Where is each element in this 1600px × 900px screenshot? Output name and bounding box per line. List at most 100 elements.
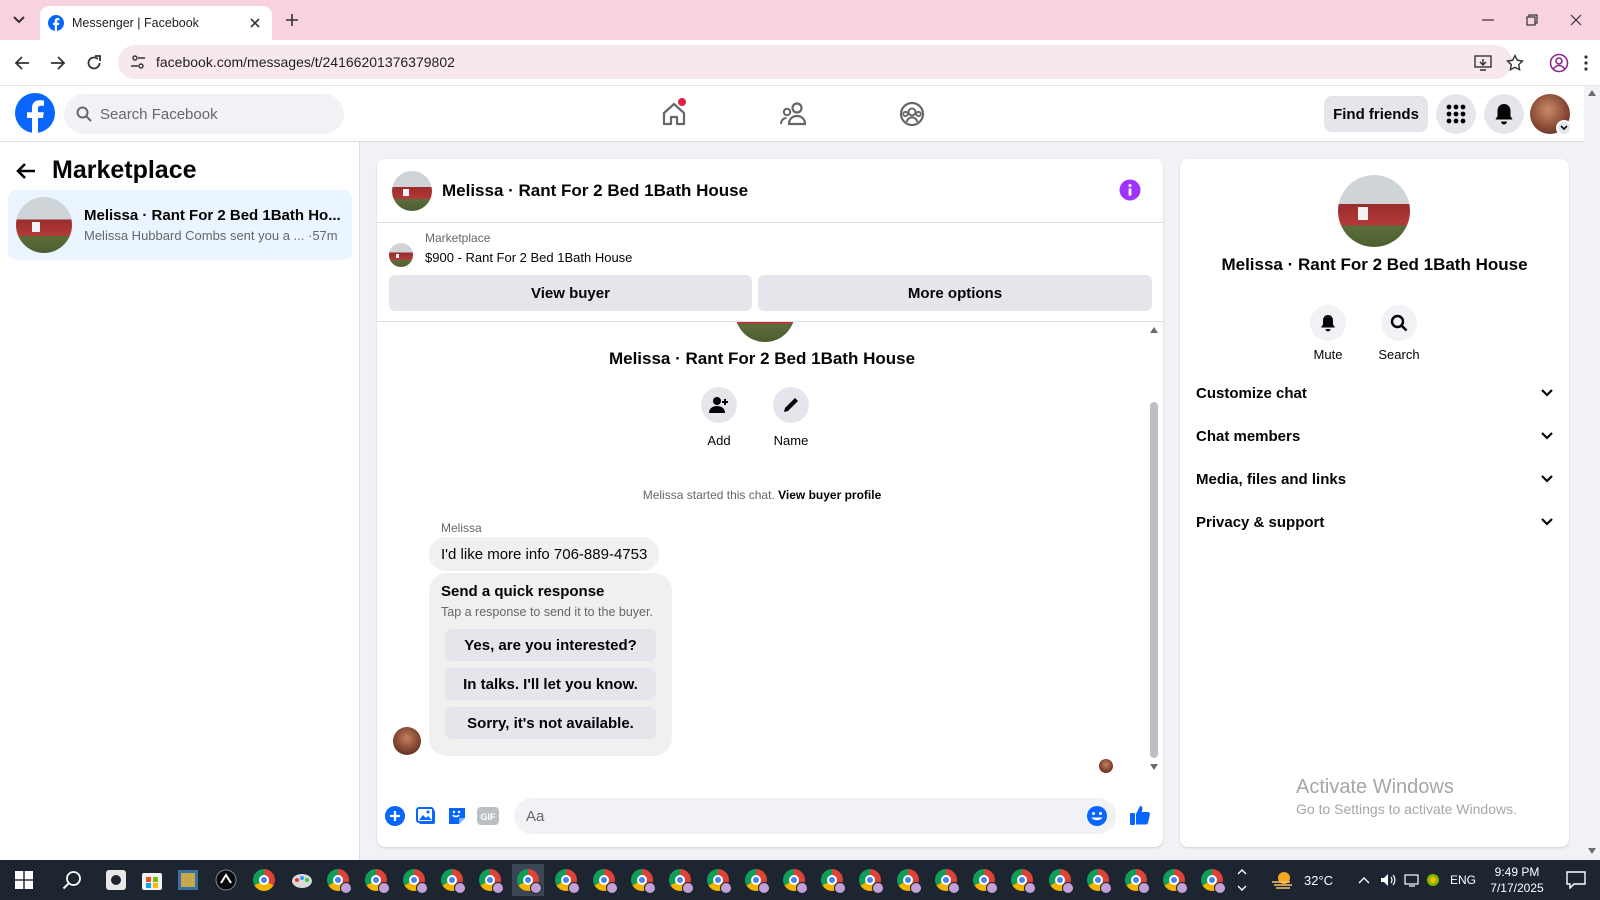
message-bubble[interactable]: I'd like more info 706-889-4753 xyxy=(429,537,660,571)
taskbar-search-icon[interactable] xyxy=(56,864,88,896)
notifications-bell-icon[interactable] xyxy=(1484,94,1524,134)
privacy-support-section[interactable]: Privacy & support xyxy=(1196,502,1553,542)
quick-response-yes-button[interactable]: Yes, are you interested? xyxy=(445,629,656,661)
taskbar-overflow-icon[interactable] xyxy=(1234,864,1250,896)
home-nav-icon[interactable] xyxy=(656,96,692,132)
quick-response-unavailable-button[interactable]: Sorry, it's not available. xyxy=(445,707,656,739)
customize-chat-section[interactable]: Customize chat xyxy=(1196,373,1553,413)
message-input-box[interactable] xyxy=(514,798,1116,834)
restore-icon[interactable] xyxy=(1516,8,1548,32)
notification-center-icon[interactable] xyxy=(1560,864,1592,896)
search-input[interactable] xyxy=(100,105,320,123)
chrome-profile-icon[interactable] xyxy=(626,864,658,896)
scrollbar-thumb[interactable] xyxy=(1150,402,1158,758)
camera-app-icon[interactable] xyxy=(100,864,132,896)
chrome-profile-icon[interactable] xyxy=(778,864,810,896)
volume-icon[interactable] xyxy=(1380,873,1396,887)
chrome-profile-icon[interactable] xyxy=(1196,864,1228,896)
sticker-icon[interactable] xyxy=(446,805,468,827)
account-avatar[interactable] xyxy=(1530,94,1572,136)
photo-icon[interactable] xyxy=(415,805,437,827)
chrome-profile-icon[interactable] xyxy=(892,864,924,896)
conversation-avatar[interactable] xyxy=(392,170,432,211)
chrome-profile-icon[interactable] xyxy=(360,864,392,896)
paint-app-icon[interactable] xyxy=(286,864,318,896)
chrome-profile-icon[interactable] xyxy=(1082,864,1114,896)
message-input[interactable] xyxy=(526,807,1066,825)
input-language[interactable]: ENG xyxy=(1450,873,1476,887)
photos-app-icon[interactable] xyxy=(172,864,204,896)
chrome-profile-icon[interactable] xyxy=(474,864,506,896)
back-arrow-icon[interactable] xyxy=(10,51,34,75)
tab-search-chevron-icon[interactable] xyxy=(6,8,32,32)
more-options-button[interactable]: More options xyxy=(758,275,1152,311)
tray-chevron-up-icon[interactable] xyxy=(1358,876,1370,884)
close-tab-icon[interactable] xyxy=(246,14,264,32)
chrome-profile-icon[interactable] xyxy=(968,864,1000,896)
facebook-search-box[interactable] xyxy=(64,94,344,134)
chrome-profile-icon[interactable] xyxy=(398,864,430,896)
facebook-logo-icon[interactable] xyxy=(15,93,55,133)
thread-scrollbar[interactable] xyxy=(1147,322,1161,786)
menu-grid-icon[interactable] xyxy=(1436,94,1476,134)
status-dot-icon[interactable] xyxy=(1426,873,1440,887)
view-buyer-profile-link[interactable]: View buyer profile xyxy=(778,488,881,502)
details-avatar[interactable] xyxy=(1338,175,1410,247)
chat-list-item[interactable]: Melissa · Rant For 2 Bed 1Bath Ho... Mel… xyxy=(8,190,352,260)
find-friends-button[interactable]: Find friends xyxy=(1324,96,1428,132)
address-bar[interactable]: facebook.com/messages/t/2416620137637980… xyxy=(118,45,1512,79)
weather-widget[interactable]: 32°C xyxy=(1270,860,1333,900)
chrome-profile-icon[interactable] xyxy=(436,864,468,896)
scroll-down-icon[interactable] xyxy=(1150,764,1158,770)
sender-avatar[interactable] xyxy=(393,727,421,755)
install-app-icon[interactable] xyxy=(1472,52,1494,74)
chrome-profile-icon[interactable] xyxy=(1120,864,1152,896)
minimize-icon[interactable] xyxy=(1472,8,1504,32)
bookmark-star-icon[interactable] xyxy=(1504,52,1526,74)
new-tab-icon[interactable] xyxy=(282,10,302,30)
quick-response-talks-button[interactable]: In talks. I'll let you know. xyxy=(445,668,656,700)
chat-members-section[interactable]: Chat members xyxy=(1196,416,1553,456)
scroll-up-icon[interactable] xyxy=(1588,90,1596,96)
chrome-profile-icon[interactable] xyxy=(1006,864,1038,896)
clock[interactable]: 9:49 PM 7/17/2025 xyxy=(1482,864,1552,896)
chrome-profile-icon[interactable] xyxy=(1044,864,1076,896)
chrome-profile-icon[interactable] xyxy=(702,864,734,896)
chrome-icon[interactable] xyxy=(248,864,280,896)
chrome-profile-icon[interactable] xyxy=(740,864,772,896)
chrome-profile-icon[interactable] xyxy=(588,864,620,896)
close-window-icon[interactable] xyxy=(1560,8,1592,32)
scroll-down-icon[interactable] xyxy=(1588,848,1596,854)
back-arrow-icon[interactable] xyxy=(16,162,36,180)
add-people-button[interactable]: Add xyxy=(689,387,749,448)
chrome-profile-icon[interactable] xyxy=(816,864,848,896)
gif-icon[interactable]: GIF xyxy=(477,805,499,827)
profile-icon[interactable] xyxy=(1548,52,1570,74)
scroll-up-icon[interactable] xyxy=(1150,327,1158,333)
chrome-profile-icon[interactable] xyxy=(1158,864,1190,896)
chrome-profile-icon[interactable] xyxy=(930,864,962,896)
info-icon[interactable] xyxy=(1119,179,1141,201)
name-chat-button[interactable]: Name xyxy=(761,387,821,448)
chrome-profile-icon[interactable] xyxy=(664,864,696,896)
network-icon[interactable] xyxy=(1404,873,1420,887)
chrome-profile-icon[interactable] xyxy=(322,864,354,896)
reload-icon[interactable] xyxy=(82,51,106,75)
view-buyer-button[interactable]: View buyer xyxy=(389,275,752,311)
page-scrollbar[interactable] xyxy=(1584,86,1600,860)
windows-start-icon[interactable] xyxy=(8,864,40,896)
friends-nav-icon[interactable] xyxy=(776,96,812,132)
browser-menu-icon[interactable] xyxy=(1578,52,1594,74)
forward-arrow-icon[interactable] xyxy=(46,51,70,75)
chrome-profile-icon-active[interactable] xyxy=(512,864,544,896)
chrome-profile-icon[interactable] xyxy=(550,864,582,896)
conversation-name[interactable]: Melissa · Rant For 2 Bed 1Bath House xyxy=(442,181,748,201)
marketplace-listing[interactable]: Marketplace $900 - Rant For 2 Bed 1Bath … xyxy=(389,231,632,267)
thumbs-up-icon[interactable] xyxy=(1128,803,1152,827)
mute-button[interactable]: Mute xyxy=(1298,305,1358,362)
search-in-chat-button[interactable]: Search xyxy=(1369,305,1429,362)
plus-circle-icon[interactable] xyxy=(384,805,406,827)
chrome-profile-icon[interactable] xyxy=(854,864,886,896)
emoji-icon[interactable] xyxy=(1086,805,1108,827)
app-circle-icon[interactable] xyxy=(210,864,242,896)
